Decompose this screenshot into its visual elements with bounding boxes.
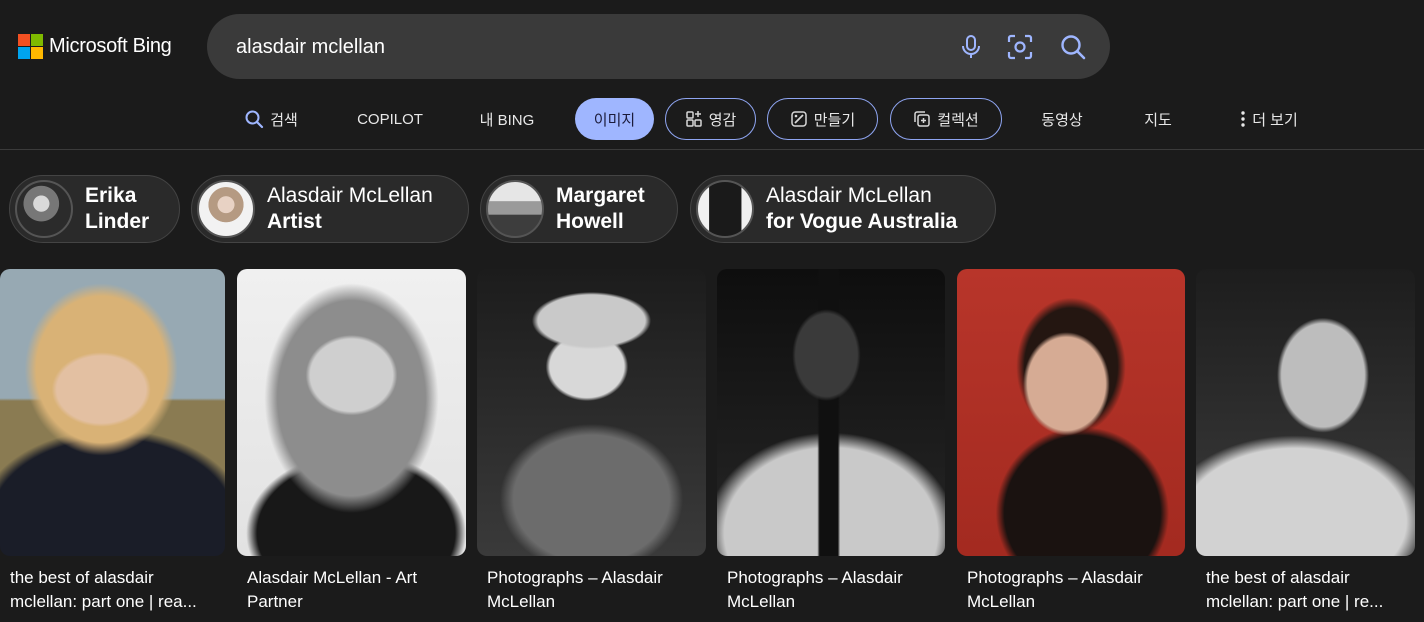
more-vertical-icon <box>1241 111 1245 127</box>
chip-thumbnail <box>696 180 754 238</box>
related-chip-alasdair-artist[interactable]: Alasdair McLellan Artist <box>191 175 469 243</box>
image-result[interactable]: the best of alasdair mclellan: part one … <box>0 269 225 614</box>
tab-videos[interactable]: 동영상 <box>1030 98 1094 140</box>
result-image <box>477 269 706 556</box>
tab-label: 컬렉션 <box>937 111 979 129</box>
chip-thumbnail <box>486 180 544 238</box>
tab-label: COPILOT <box>357 110 423 128</box>
chip-label: Margaret Howell <box>556 184 645 233</box>
vertical-nav: 검색 COPILOT 내 BING 이미지 영감 만들기 컬렉션 동영상 지도 … <box>0 98 1424 142</box>
image-result[interactable]: Photographs – Alasdair McLellan <box>717 269 945 614</box>
result-caption[interactable]: Photographs – Alasdair McLellan <box>957 566 1185 614</box>
result-caption[interactable]: Photographs – Alasdair McLellan <box>477 566 706 614</box>
image-result[interactable]: Alasdair McLellan - Art Partner <box>237 269 466 614</box>
search-icon <box>245 110 264 129</box>
create-icon <box>791 111 807 127</box>
result-image <box>957 269 1185 556</box>
tab-label: 지도 <box>1144 111 1172 129</box>
related-chip-alasdair-vogue[interactable]: Alasdair McLellan for Vogue Australia <box>690 175 996 243</box>
tab-label: 검색 <box>270 111 298 129</box>
related-chip-margaret-howell[interactable]: Margaret Howell <box>480 175 678 243</box>
microsoft-logo-icon <box>18 34 43 59</box>
logo-text: Microsoft Bing <box>49 35 172 57</box>
tab-label: 이미지 <box>593 111 636 129</box>
chip-label: Alasdair McLellan for Vogue Australia <box>766 184 958 233</box>
visual-search-icon[interactable] <box>1005 32 1035 62</box>
tab-images[interactable]: 이미지 <box>575 98 654 140</box>
search-input[interactable] <box>236 32 936 62</box>
result-image <box>717 269 945 556</box>
image-result[interactable]: Photographs – Alasdair McLellan <box>477 269 706 614</box>
tab-collections[interactable]: 컬렉션 <box>890 98 1002 140</box>
tab-label: 동영상 <box>1041 111 1083 129</box>
chip-label: Alasdair McLellan Artist <box>267 184 433 233</box>
result-image <box>0 269 225 556</box>
inspiration-icon <box>685 111 702 127</box>
tab-label: 더 보기 <box>1252 111 1298 129</box>
tab-my-bing[interactable]: 내 BING <box>472 98 542 140</box>
result-caption[interactable]: Photographs – Alasdair McLellan <box>717 566 945 614</box>
image-result[interactable]: the best of alasdair mclellan: part one … <box>1196 269 1415 614</box>
result-image <box>1196 269 1415 556</box>
collection-icon <box>914 111 931 127</box>
header-divider <box>0 149 1424 150</box>
result-image <box>237 269 466 556</box>
tab-label: 만들기 <box>813 111 856 129</box>
search-icon[interactable] <box>1058 32 1088 62</box>
result-caption[interactable]: the best of alasdair mclellan: part one … <box>1196 566 1415 614</box>
tab-inspiration[interactable]: 영감 <box>665 98 756 140</box>
chip-label: Erika Linder <box>85 184 150 233</box>
tab-label: 영감 <box>708 111 737 129</box>
bing-logo[interactable]: Microsoft Bing <box>18 34 172 59</box>
related-chip-erika-linder[interactable]: Erika Linder <box>9 175 180 243</box>
search-bar <box>207 14 1110 79</box>
microphone-icon[interactable] <box>956 32 986 62</box>
tab-label: 내 BING <box>479 111 535 129</box>
tab-more[interactable]: 더 보기 <box>1228 98 1310 140</box>
tab-search[interactable]: 검색 <box>236 98 306 140</box>
tab-maps[interactable]: 지도 <box>1132 98 1184 140</box>
result-caption[interactable]: Alasdair McLellan - Art Partner <box>237 566 466 614</box>
chip-thumbnail <box>15 180 73 238</box>
tab-create[interactable]: 만들기 <box>767 98 878 140</box>
image-result[interactable]: Photographs – Alasdair McLellan <box>957 269 1185 614</box>
chip-thumbnail <box>197 180 255 238</box>
tab-copilot[interactable]: COPILOT <box>348 98 432 140</box>
result-caption[interactable]: the best of alasdair mclellan: part one … <box>0 566 225 614</box>
